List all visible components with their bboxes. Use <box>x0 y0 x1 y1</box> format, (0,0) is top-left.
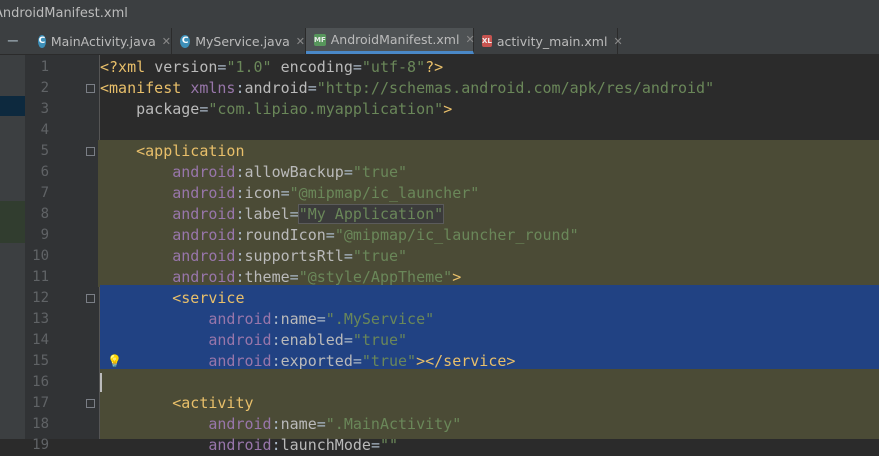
window-title: AndroidManifest.xml <box>0 6 128 21</box>
line-number: 16 <box>32 374 49 390</box>
fold-icon[interactable] <box>86 399 95 408</box>
fold-icon[interactable] <box>86 294 95 303</box>
line-number: 10 <box>32 248 49 264</box>
line-number: 1 <box>40 59 49 75</box>
code-line: android:launchMode="" <box>208 436 399 454</box>
line-number: 7 <box>40 185 49 201</box>
manifest-xml-icon: MF <box>314 33 326 46</box>
tab-myservice[interactable]: C MyService.java ✕ <box>172 28 306 54</box>
line-number: 2 <box>40 80 49 96</box>
code-line: <?xml version="1.0" encoding="utf-8"?> <box>100 58 444 76</box>
code-line: <application <box>136 142 245 160</box>
line-number: 4 <box>40 122 49 138</box>
selection-marker <box>0 96 25 116</box>
code-line: android:theme="@style/AppTheme"> <box>172 268 462 286</box>
c-class-icon: C <box>180 34 191 48</box>
line-number: 18 <box>32 416 49 432</box>
code-line: <service <box>172 289 245 307</box>
tab-label: MyService.java <box>195 33 290 49</box>
code-line: android:allowBackup="true" <box>172 163 408 181</box>
line-number: 6 <box>40 164 49 180</box>
code-line: android:roundIcon="@mipmap/ic_launcher_r… <box>172 226 579 244</box>
fold-icon[interactable] <box>86 84 95 93</box>
code-line: android:label="My Application" <box>172 204 445 224</box>
line-number: 12 <box>32 290 49 306</box>
text-caret <box>100 373 102 392</box>
code-line: android:supportsRtl="true" <box>172 247 408 265</box>
line-number: 5 <box>40 143 49 159</box>
close-icon[interactable]: ✕ <box>613 35 622 48</box>
editor-tab-bar: − C MainActivity.java ✕ C MyService.java… <box>0 28 879 55</box>
fold-icon[interactable] <box>86 147 95 156</box>
tab-label: AndroidManifest.xml <box>330 32 460 47</box>
line-number: 3 <box>40 101 49 117</box>
line-number: 19 <box>32 437 49 453</box>
line-number: 8 <box>40 206 49 222</box>
code-line: android:name=".MyService" <box>208 310 435 328</box>
line-number: 17 <box>32 395 49 411</box>
close-icon[interactable]: ✕ <box>296 35 305 48</box>
line-number: 14 <box>32 332 49 348</box>
code-line: <manifest xmlns:android="http://schemas.… <box>100 79 715 97</box>
code-line: android:enabled="true" <box>208 331 408 349</box>
code-line: android:icon="@mipmap/ic_launcher" <box>172 184 480 202</box>
code-line: <activity <box>172 394 254 412</box>
layout-xml-icon: XL <box>482 35 492 47</box>
line-number: 15 <box>32 353 49 369</box>
tab-label: MainActivity.java <box>50 33 156 49</box>
close-icon[interactable]: ✕ <box>162 35 171 48</box>
change-marker <box>0 201 25 243</box>
tab-mainactivity[interactable]: C MainActivity.java ✕ <box>30 28 172 54</box>
collapse-icon[interactable]: − <box>3 31 23 51</box>
tab-activity-main[interactable]: XL activity_main.xml ✕ <box>474 28 623 54</box>
c-class-icon: C <box>38 34 46 48</box>
line-number: 9 <box>40 227 49 243</box>
title-bar: AndroidManifest.xml <box>0 0 879 28</box>
lightbulb-icon[interactable]: 💡 <box>107 354 122 368</box>
line-number: 13 <box>32 311 49 327</box>
code-line: android:exported="true"></service> <box>208 352 516 370</box>
tab-androidmanifest[interactable]: MF AndroidManifest.xml ✕ <box>306 28 475 54</box>
code-line: package="com.lipiao.myapplication"> <box>136 100 453 118</box>
code-line: android:name=".MainActivity" <box>208 415 462 433</box>
line-number: 11 <box>32 269 49 285</box>
project-panel-edge <box>0 55 25 439</box>
tab-label: activity_main.xml <box>496 33 608 49</box>
